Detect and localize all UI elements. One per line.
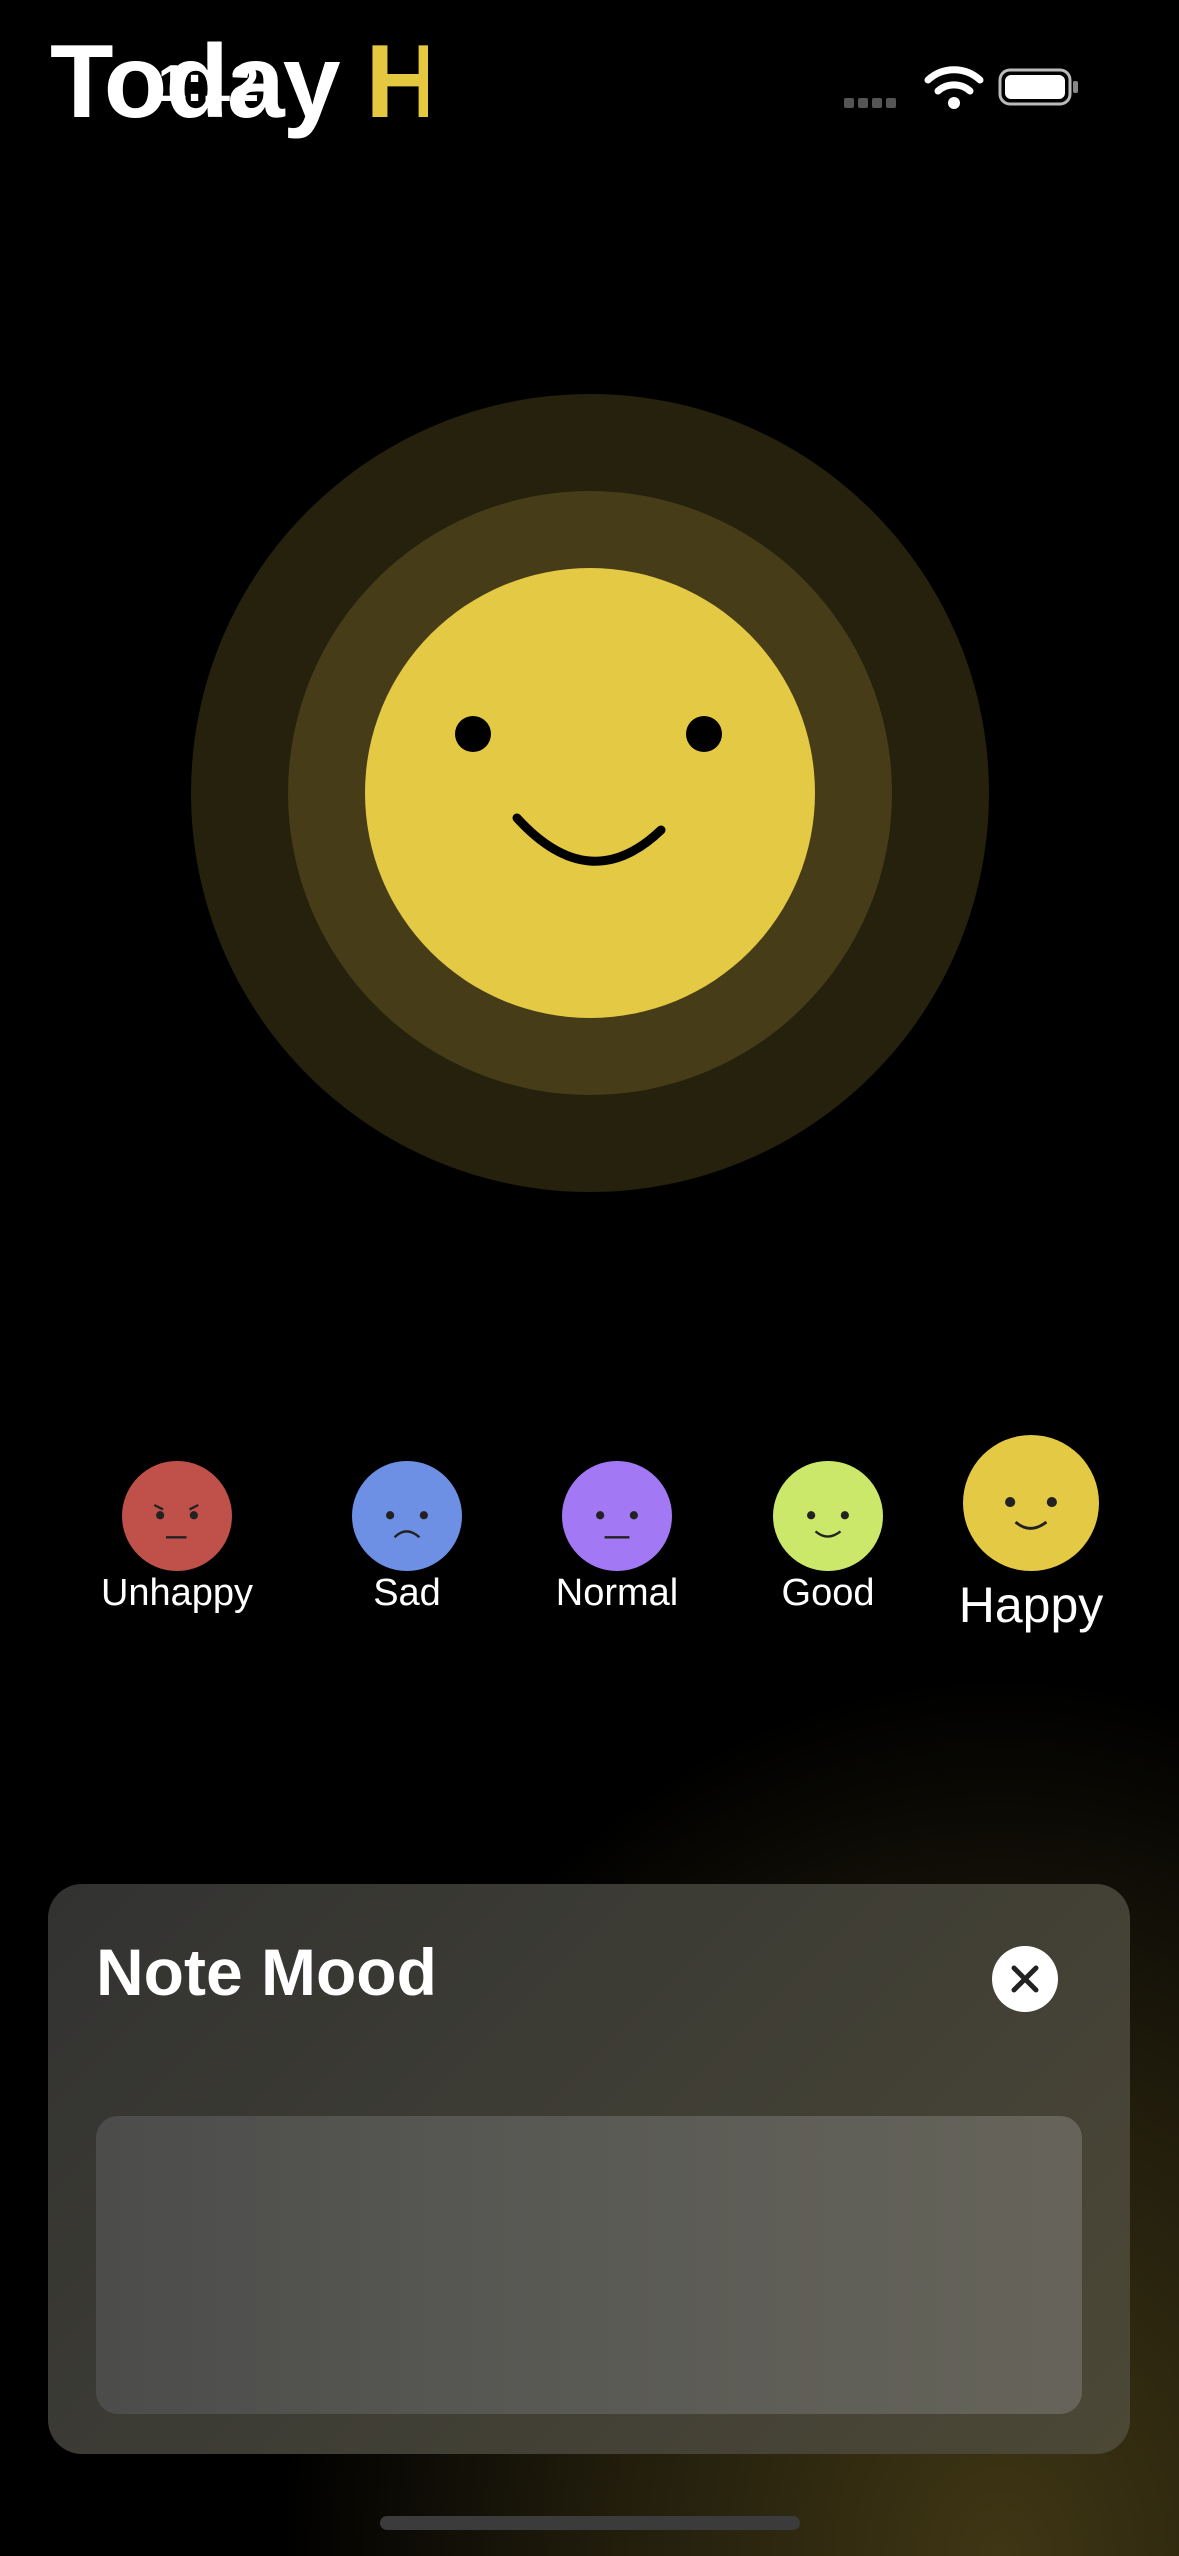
note-title: Note Mood [96, 1935, 437, 2009]
mood-label: Happy [958, 1577, 1104, 1633]
good-face-icon [773, 1461, 883, 1571]
mood-label: Normal [555, 1572, 679, 1614]
close-button[interactable] [992, 1946, 1058, 2012]
wifi-icon [924, 66, 984, 109]
mood-label: Good [781, 1572, 875, 1614]
note-card: Note Mood [48, 1884, 1130, 2454]
mood-label: Unhappy [100, 1572, 254, 1614]
sad-face-icon [352, 1461, 462, 1571]
home-indicator[interactable] [380, 2516, 800, 2530]
status-time: 1:12 [158, 55, 259, 113]
status-icons [844, 62, 1084, 112]
normal-face-icon [562, 1461, 672, 1571]
close-icon [1011, 1965, 1039, 1993]
happy-face-icon [365, 568, 815, 1018]
battery-icon [998, 68, 1078, 106]
selected-mood-face [191, 394, 989, 1192]
note-input[interactable] [96, 2116, 1082, 2414]
unhappy-face-icon [122, 1461, 232, 1571]
mood-label: Sad [373, 1572, 441, 1614]
page-title-accent: H [365, 24, 428, 140]
cellular-signal-icon [844, 95, 904, 108]
happy-face-icon [963, 1435, 1099, 1571]
